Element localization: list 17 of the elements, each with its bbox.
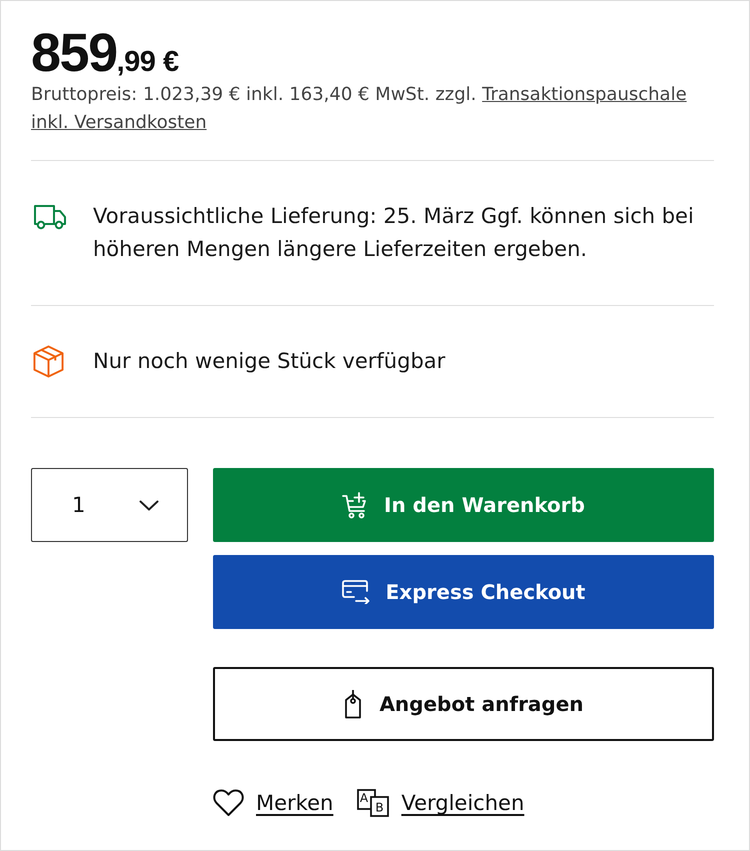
tag-icon bbox=[343, 689, 364, 719]
stock-info-text: Nur noch wenige Stück verfügbar bbox=[93, 348, 446, 375]
terms-link[interactable]: Transaktionspauschale bbox=[482, 84, 687, 105]
price-note: Bruttopreis: 1.023,39 € inkl. 163,40 € MwSt. zzgl. Transaktionspauschale inkl. Versandkosten bbox=[31, 83, 688, 135]
wishlist-link[interactable]: Merken bbox=[213, 789, 334, 817]
compare-link[interactable]: A B Vergleichen bbox=[357, 789, 524, 817]
quantity-select[interactable]: 1 bbox=[31, 468, 188, 542]
heart-icon bbox=[213, 789, 244, 817]
card-arrow-icon bbox=[342, 580, 370, 604]
terms-link[interactable]: inkl. Versandkosten bbox=[31, 112, 207, 133]
cart-add-icon bbox=[342, 492, 368, 518]
delivery-info-text: Voraussichtliche Lieferung: 25. März Ggf. können sich bei höheren Mengen längere Lieferzeiten ergeben. bbox=[93, 203, 695, 263]
chevron-down-icon bbox=[139, 500, 159, 510]
request-quote-button[interactable]: Angebot anfragen bbox=[213, 667, 714, 741]
price: 859,99 € bbox=[31, 28, 180, 78]
express-checkout-button[interactable]: Express Checkout bbox=[213, 555, 714, 629]
add-to-cart-button[interactable]: In den Warenkorb bbox=[213, 468, 714, 542]
